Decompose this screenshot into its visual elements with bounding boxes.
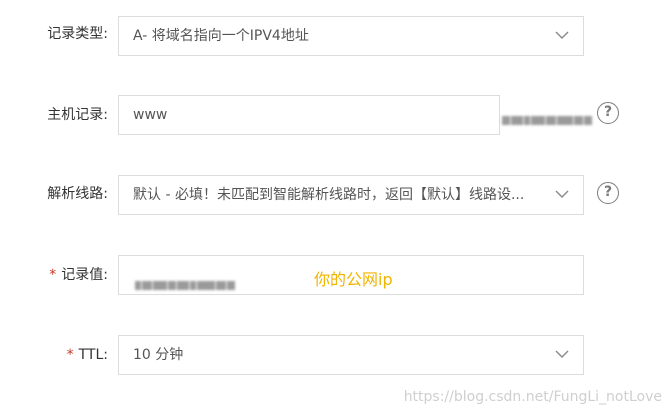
ttl-value: 10 分钟 xyxy=(133,347,184,363)
record-type-select[interactable]: A- 将域名指向一个IPV4地址 xyxy=(118,16,584,56)
resolution-line-label: 解析线路: xyxy=(47,186,108,202)
host-record-input[interactable]: www xyxy=(118,95,500,135)
ttl-select[interactable]: 10 分钟 xyxy=(118,335,584,375)
help-icon[interactable]: ? xyxy=(597,102,619,124)
domain-suffix-redacted xyxy=(502,110,593,129)
record-value-label-text: 记录值: xyxy=(61,267,108,283)
record-value-label: * 记录值: xyxy=(49,265,108,285)
host-record-value: www xyxy=(133,107,168,123)
required-mark: * xyxy=(66,347,74,363)
chevron-down-icon xyxy=(555,190,569,198)
help-icon[interactable]: ? xyxy=(597,182,619,204)
record-type-value: A- 将域名指向一个IPV4地址 xyxy=(133,28,309,44)
chevron-down-icon xyxy=(555,350,569,358)
host-record-label: 主机记录: xyxy=(47,107,108,123)
required-mark: * xyxy=(49,267,57,283)
record-value-redacted xyxy=(135,266,236,294)
chevron-down-icon xyxy=(555,31,569,39)
ttl-label: * TTL: xyxy=(67,345,108,365)
resolution-line-value: 默认 - 必填！未匹配到智能解析线路时，返回【默认】线路设... xyxy=(133,187,525,203)
watermark: https://blog.csdn.net/FungLi_notLove xyxy=(403,389,662,405)
resolution-line-select[interactable]: 默认 - 必填！未匹配到智能解析线路时，返回【默认】线路设... xyxy=(118,175,584,215)
public-ip-annotation: 你的公网ip xyxy=(314,270,393,289)
record-type-label: 记录类型: xyxy=(47,26,108,42)
ttl-label-text: TTL: xyxy=(78,347,108,363)
